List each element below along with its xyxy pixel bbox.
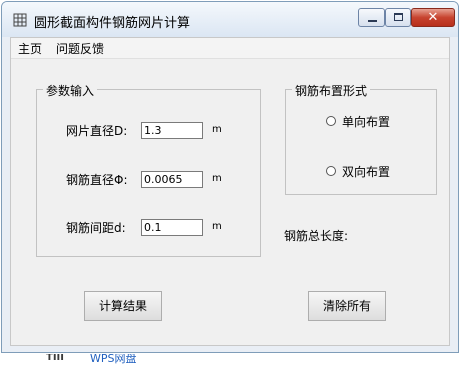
total-length-label: 钢筋总长度: [284, 229, 349, 243]
minimize-button[interactable] [358, 8, 385, 27]
double-layout-radio[interactable] [326, 166, 336, 176]
bar-spacing-input[interactable]: 0.1 [141, 219, 203, 236]
minimize-icon [368, 20, 377, 22]
taskbar-app-icon[interactable]: TIII [46, 354, 64, 365]
menu-bar: 主页 问题反馈 [11, 38, 449, 59]
double-layout-label[interactable]: 双向布置 [342, 163, 390, 180]
client-area: 主页 问题反馈 参数输入 网片直径D: 1.3 m 钢筋直径Φ: 0.0065 … [10, 37, 450, 346]
menu-item-feedback[interactable]: 问题反馈 [56, 40, 104, 57]
layout-form-group-title: 钢筋布置形式 [292, 82, 371, 99]
bar-diameter-input[interactable]: 0.0065 [141, 171, 203, 188]
bar-spacing-unit: m [212, 221, 222, 232]
maximize-button[interactable] [385, 8, 411, 27]
close-button[interactable]: ✕ [411, 8, 455, 27]
mesh-diameter-input[interactable]: 1.3 [141, 122, 203, 139]
single-layout-radio[interactable] [326, 116, 336, 126]
bar-spacing-label: 钢筋间距d: [66, 221, 126, 235]
close-icon: ✕ [427, 10, 439, 25]
bar-diameter-label: 钢筋直径Φ: [66, 173, 128, 187]
calculate-button[interactable]: 计算结果 [84, 291, 162, 321]
clear-all-button[interactable]: 清除所有 [308, 291, 386, 321]
menu-item-home[interactable]: 主页 [18, 40, 42, 57]
mesh-diameter-unit: m [212, 124, 222, 135]
taskbar-item-wps[interactable]: WPS网盘 [90, 354, 137, 365]
bar-diameter-unit: m [212, 173, 222, 184]
main-window: 圆形截面构件钢筋网片计算 ✕ 主页 问题反馈 参数输入 网片直径D: 1.3 m… [1, 1, 459, 353]
title-bar[interactable]: 圆形截面构件钢筋网片计算 ✕ [2, 2, 458, 37]
mesh-diameter-label: 网片直径D: [66, 124, 128, 138]
params-group-title: 参数输入 [43, 82, 98, 99]
app-icon [12, 12, 28, 28]
maximize-icon [394, 13, 403, 21]
taskbar-strip: TIII WPS网盘 [0, 354, 464, 365]
single-layout-label[interactable]: 单向布置 [342, 113, 390, 130]
window-title: 圆形截面构件钢筋网片计算 [34, 16, 191, 31]
